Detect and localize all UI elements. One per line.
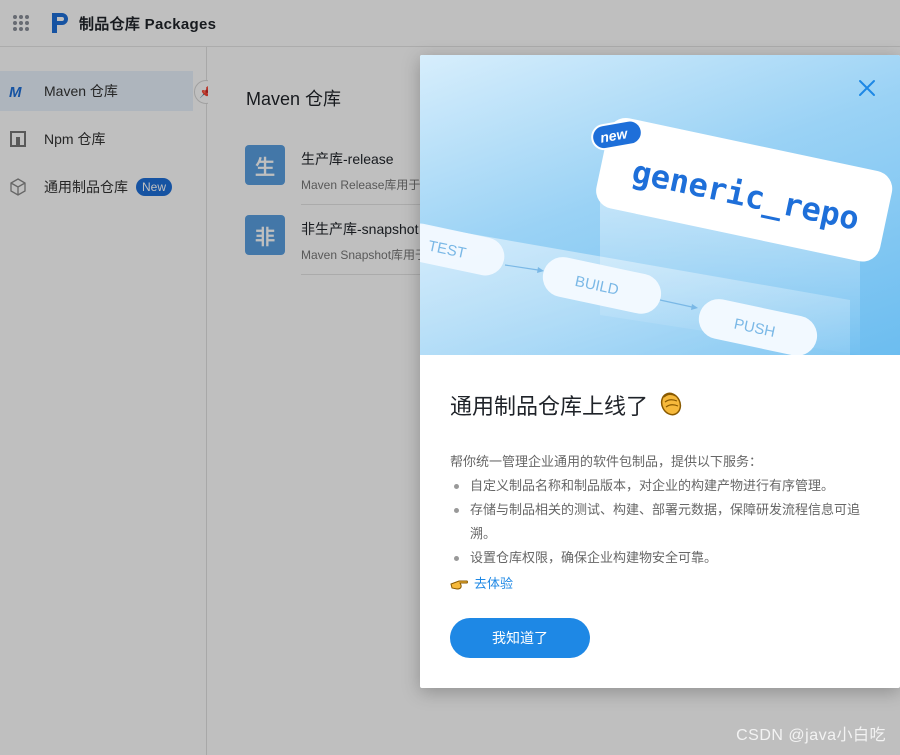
feature-item: 设置仓库权限，确保企业构建物安全可靠。 [450, 546, 870, 570]
got-it-button[interactable]: 我知道了 [450, 618, 590, 658]
feature-list: 自定义制品名称和制品版本，对企业的构建产物进行有序管理。 存储与制品相关的测试、… [450, 474, 870, 570]
modal-title: 通用制品仓库上线了 [450, 388, 684, 422]
modal-title-text: 通用制品仓库上线了 [450, 394, 649, 419]
modal-intro: 帮你统一管理企业通用的软件包制品，提供以下服务： [450, 454, 763, 469]
modal-body: 帮你统一管理企业通用的软件包制品，提供以下服务： 自定义制品名称和制品版本，对企… [450, 450, 870, 596]
feature-item: 存储与制品相关的测试、构建、部署元数据，保障研发流程信息可追溯。 [450, 498, 870, 546]
close-icon[interactable] [856, 77, 878, 99]
try-link-label[interactable]: 去体验 [474, 572, 513, 596]
announcement-banner: generic_repo new TEST BUILD PUSH [420, 55, 900, 355]
pointing-hand-icon [450, 577, 468, 591]
feature-item: 自定义制品名称和制品版本，对企业的构建产物进行有序管理。 [450, 474, 870, 498]
try-link[interactable]: 去体验 [450, 572, 870, 596]
watermark: CSDN @java小白吃 [736, 727, 886, 744]
clapping-hands-icon [656, 388, 684, 422]
announcement-modal: generic_repo new TEST BUILD PUSH 通用制品仓库上… [420, 55, 900, 688]
